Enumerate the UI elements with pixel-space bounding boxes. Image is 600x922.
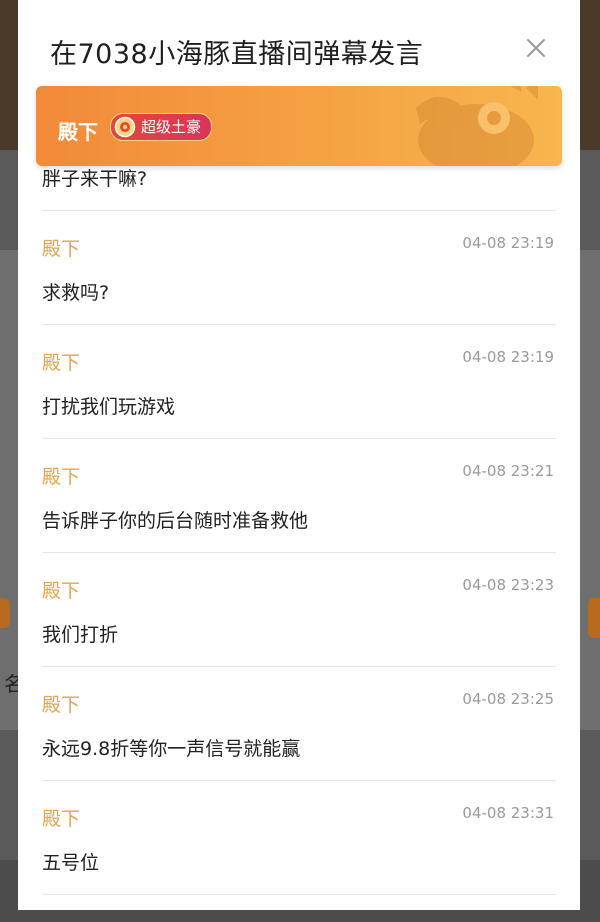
message-text: 我们打折 xyxy=(42,624,119,646)
tycoon-badge: 超级土豪 xyxy=(110,113,213,141)
badge-label: 超级土豪 xyxy=(141,118,202,136)
close-icon xyxy=(527,39,545,57)
message-time: 04-08 23:31 xyxy=(462,804,554,822)
list-item: 殿下 04-08 23:19 打扰我们玩游戏 xyxy=(42,324,556,439)
message-text: 告诉胖子你的后台随时准备救他 xyxy=(42,510,309,532)
message-time: 04-08 23:21 xyxy=(462,462,554,480)
message-time: 04-08 23:25 xyxy=(462,690,554,708)
list-item: 殿下 04-08 23:31 五号位 xyxy=(42,780,556,895)
message-text: 五号位 xyxy=(42,852,100,874)
message-username[interactable]: 殿下 xyxy=(42,690,80,717)
list-item: 殿下 04-08 23:21 告诉胖子你的后台随时准备救他 xyxy=(42,438,556,553)
message-username[interactable]: 殿下 xyxy=(42,234,80,261)
message-time: 04-08 23:19 xyxy=(462,348,554,366)
background-button-left xyxy=(0,598,10,628)
message-text: 求救吗? xyxy=(42,282,110,304)
message-time: 04-08 23:19 xyxy=(462,234,554,252)
close-button[interactable] xyxy=(524,36,548,60)
message-username[interactable]: 殿下 xyxy=(42,348,80,375)
message-text: 打扰我们玩游戏 xyxy=(42,396,176,418)
message-username[interactable]: 殿下 xyxy=(42,804,80,831)
list-item: 殿下 04-08 23:25 永远9.8折等你一声信号就能赢 xyxy=(42,666,556,781)
sender-banner: 殿下 超级土豪 xyxy=(36,86,562,166)
modal-title: 在7038小海豚直播间弹幕发言 xyxy=(50,39,424,70)
sender-name: 殿下 xyxy=(58,120,98,144)
danmaku-history-modal: 在7038小海豚直播间弹幕发言 殿下 超级土豪 胖子来干嘛? 殿下 04-08 … xyxy=(18,0,580,910)
horse-mascot-icon xyxy=(416,86,538,166)
message-text: 胖子来干嘛? xyxy=(42,168,148,190)
message-username[interactable]: 殿下 xyxy=(42,576,80,603)
background-button-right xyxy=(588,598,600,638)
message-time: 04-08 23:23 xyxy=(462,576,554,594)
message-username[interactable]: 殿下 xyxy=(42,462,80,489)
message-text: 永远9.8折等你一声信号就能赢 xyxy=(42,738,301,760)
medal-icon xyxy=(114,116,136,138)
list-item: 胖子来干嘛? xyxy=(42,160,556,211)
list-item: 殿下 04-08 23:23 我们打折 xyxy=(42,552,556,667)
list-item: 殿下 04-08 23:19 求救吗? xyxy=(42,210,556,325)
